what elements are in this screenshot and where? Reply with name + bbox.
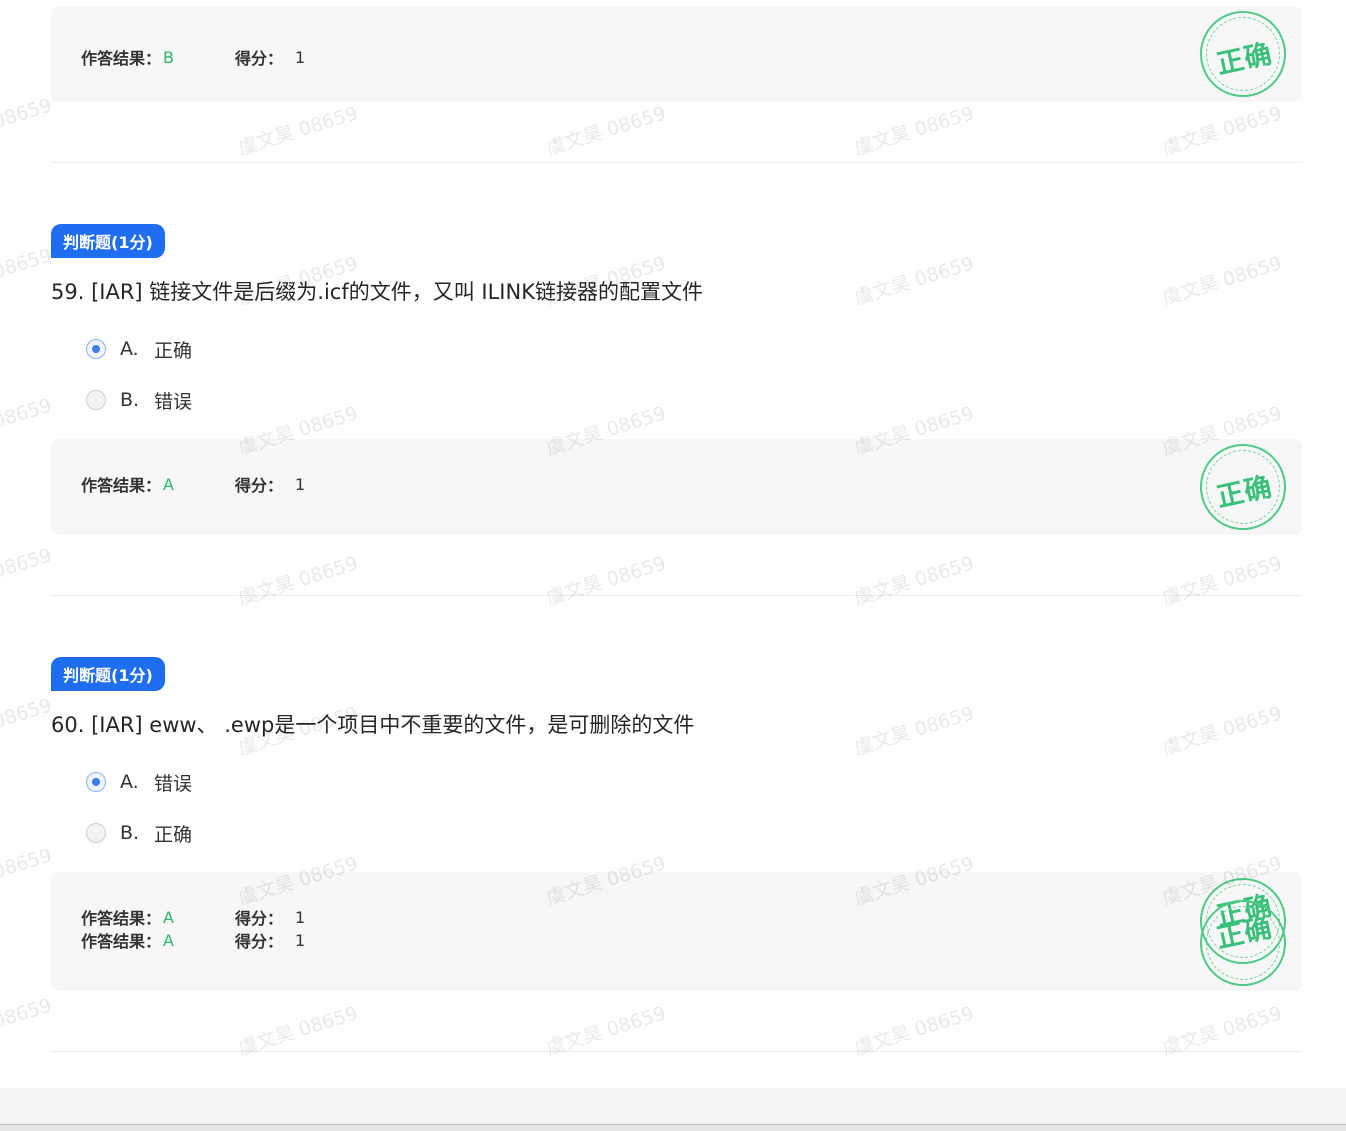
stamp-text: 正确 <box>1214 38 1276 81</box>
score-value: 1 <box>295 47 306 67</box>
watermark: 虞文昊 08659 <box>235 102 361 160</box>
result-box-q60: 作答结果： A 得分： 1 作答结果： A 得分： 1 正确 正确 <box>51 872 1302 991</box>
watermark: 虞文昊 08659 <box>1159 702 1285 760</box>
option-b[interactable]: B. 正确 <box>86 821 193 846</box>
watermark: 虞文昊 08659 <box>0 94 55 151</box>
score-value: 1 <box>295 930 306 950</box>
divider <box>51 595 1302 596</box>
answer-value: A <box>163 474 174 494</box>
score-value: 1 <box>295 474 306 494</box>
result-line-duplicate: 作答结果： A 得分： 1 <box>81 929 306 952</box>
result-line: 作答结果： B 得分： 1 <box>81 46 306 69</box>
option-letter: A. <box>120 771 139 793</box>
watermark: 虞文昊 08659 <box>543 102 669 160</box>
result-box-q59: 作答结果： A 得分： 1 正确 <box>51 439 1302 535</box>
answer-label: 作答结果： <box>81 909 162 928</box>
watermark: 虞文昊 08659 <box>851 552 977 610</box>
radio-selected-icon[interactable] <box>86 772 106 792</box>
option-a[interactable]: A. 正确 <box>86 337 193 362</box>
watermark: 虞文昊 08659 <box>851 252 977 310</box>
radio-selected-icon[interactable] <box>86 339 106 359</box>
option-letter: A. <box>120 338 139 360</box>
question-title: 60. [IAR] eww、 .ewp是一个项目中不重要的文件，是可删除的文件 <box>51 713 695 737</box>
correct-stamp-icon: 正确 <box>1200 444 1286 530</box>
radio-icon[interactable] <box>86 390 106 410</box>
correct-stamp-icon-duplicate: 正确 <box>1200 900 1286 986</box>
divider <box>51 162 1302 163</box>
watermark: 虞文昊 08659 <box>0 244 55 301</box>
watermark: 虞文昊 08659 <box>1159 102 1285 160</box>
page-bottom-edge <box>0 1124 1346 1131</box>
option-text: 正确 <box>154 823 193 846</box>
score-label: 得分： <box>235 49 284 68</box>
watermark: 虞文昊 08659 <box>1159 252 1285 310</box>
answer-label: 作答结果： <box>81 932 162 951</box>
score-label: 得分： <box>235 476 284 495</box>
watermark: 虞文昊 08659 <box>0 844 55 901</box>
answer-label: 作答结果： <box>81 49 162 68</box>
stamp-text: 正确 <box>1214 471 1276 514</box>
option-letter: B. <box>120 822 140 844</box>
divider <box>51 1051 1302 1052</box>
option-text: 正确 <box>154 339 193 362</box>
result-line: 作答结果： A 得分： 1 <box>81 906 306 929</box>
result-box-q58: 作答结果： B 得分： 1 正确 <box>51 6 1302 102</box>
score-label: 得分： <box>235 909 284 928</box>
score-label: 得分： <box>235 932 284 951</box>
option-b[interactable]: B. 错误 <box>86 388 193 413</box>
option-text: 错误 <box>154 390 193 413</box>
answer-value: A <box>163 930 174 950</box>
score-value: 1 <box>295 907 306 927</box>
answer-label: 作答结果： <box>81 476 162 495</box>
question-type-badge: 判断题(1分) <box>51 657 165 691</box>
radio-icon[interactable] <box>86 823 106 843</box>
stamp-text: 正确 <box>1214 912 1276 955</box>
option-a[interactable]: A. 错误 <box>86 770 193 795</box>
watermark: 虞文昊 08659 <box>0 544 55 601</box>
option-text: 错误 <box>154 772 193 795</box>
answer-value: B <box>163 47 174 67</box>
result-line: 作答结果： A 得分： 1 <box>81 473 306 496</box>
watermark: 虞文昊 08659 <box>235 552 361 610</box>
answer-value: A <box>163 907 174 927</box>
question-title: 59. [IAR] 链接文件是后缀为.icf的文件，又叫 ILINK链接器的配置… <box>51 280 703 304</box>
watermark: 虞文昊 08659 <box>0 994 55 1051</box>
watermark: 虞文昊 08659 <box>0 394 55 451</box>
watermark: 虞文昊 08659 <box>851 702 977 760</box>
option-letter: B. <box>120 389 140 411</box>
page-footer <box>0 1088 1346 1124</box>
question-type-badge: 判断题(1分) <box>51 224 165 258</box>
watermark: 虞文昊 08659 <box>851 102 977 160</box>
watermark: 虞文昊 08659 <box>1159 552 1285 610</box>
watermark: 虞文昊 08659 <box>0 694 55 751</box>
watermark: 虞文昊 08659 <box>543 552 669 610</box>
correct-stamp-icon: 正确 <box>1200 11 1286 97</box>
